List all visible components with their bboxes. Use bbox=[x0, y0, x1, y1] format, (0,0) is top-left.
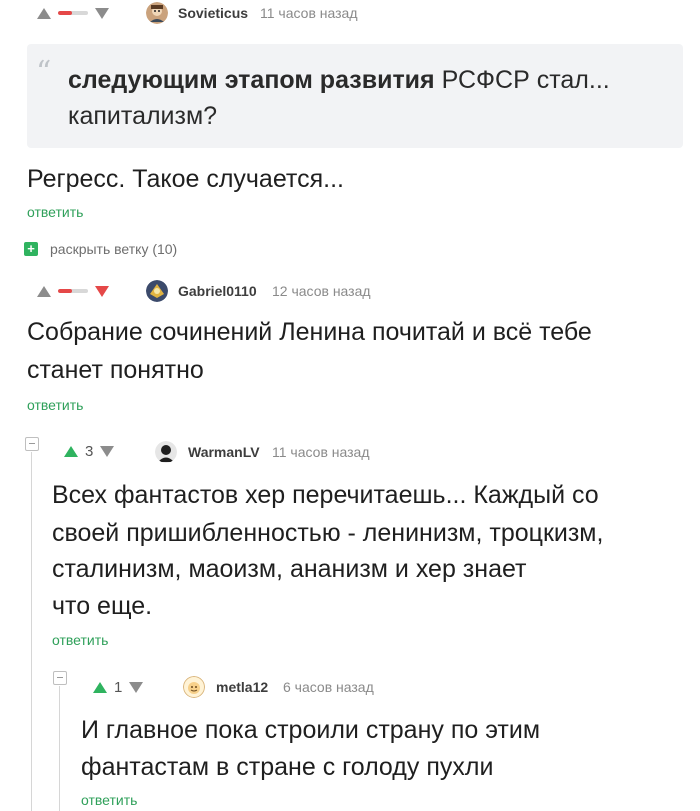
rating-bar bbox=[58, 11, 88, 15]
collapse-thread-button[interactable] bbox=[25, 437, 39, 451]
thread-line bbox=[59, 686, 60, 811]
comment-text-line: своей пришибленностью - ленинизм, троцки… bbox=[52, 519, 604, 547]
quote-bold-text: следующим этапом развития bbox=[68, 66, 435, 94]
reply-link[interactable]: ответить bbox=[81, 792, 137, 808]
comment2-vote-block bbox=[37, 280, 109, 302]
comment-author[interactable]: Sovieticus bbox=[178, 5, 248, 21]
reply-link[interactable]: ответить bbox=[27, 204, 83, 220]
downvote-icon[interactable] bbox=[100, 445, 115, 457]
comment-author[interactable]: metla12 bbox=[216, 679, 268, 695]
comment-text-line: фантастам в стране с голоду пухли bbox=[81, 753, 494, 781]
reply-link[interactable]: ответить bbox=[52, 632, 108, 648]
quote-text: следующим этапом развития РСФСР стал... … bbox=[68, 62, 628, 134]
upvote-icon[interactable] bbox=[93, 681, 107, 693]
expand-plus-icon: + bbox=[24, 242, 38, 256]
comment-text-line: Всех фантастов хер перечитаешь... Каждый… bbox=[52, 481, 599, 509]
downvote-icon[interactable] bbox=[95, 7, 109, 19]
downvote-icon[interactable] bbox=[95, 285, 109, 297]
collapse-thread-button[interactable] bbox=[53, 671, 67, 685]
avatar[interactable] bbox=[146, 2, 168, 24]
comment-text-line: что еще. bbox=[52, 592, 153, 620]
comment4-vote-block: 1 bbox=[93, 676, 144, 698]
quote-icon: “ bbox=[36, 55, 52, 90]
rating-bar bbox=[58, 289, 88, 293]
comment-text-line: станет понятно bbox=[27, 356, 204, 384]
reply-link[interactable]: ответить bbox=[27, 397, 83, 413]
avatar[interactable] bbox=[155, 441, 177, 463]
comment-text: Регресс. Такое случается... bbox=[27, 165, 344, 193]
avatar[interactable] bbox=[146, 280, 168, 302]
avatar[interactable] bbox=[183, 676, 205, 698]
rating-value: 1 bbox=[114, 678, 123, 696]
comment-text-line: Собрание сочинений Ленина почитай и всё … bbox=[27, 318, 592, 346]
upvote-icon[interactable] bbox=[37, 285, 51, 297]
thread-line bbox=[31, 452, 32, 811]
comment-time[interactable]: 11 часов назад bbox=[272, 444, 370, 460]
expand-thread-button[interactable]: + раскрыть ветку (10) bbox=[24, 241, 177, 257]
comment3-vote-block: 3 bbox=[64, 440, 115, 462]
expand-thread-label: раскрыть ветку (10) bbox=[50, 241, 178, 257]
comment1-vote-block bbox=[37, 2, 109, 24]
upvote-icon[interactable] bbox=[37, 7, 51, 19]
comment-time[interactable]: 12 часов назад bbox=[272, 283, 371, 299]
upvote-icon[interactable] bbox=[64, 445, 78, 457]
downvote-icon[interactable] bbox=[129, 681, 144, 693]
comment-author[interactable]: WarmanLV bbox=[188, 444, 260, 460]
comment-text-line: сталинизм, маоизм, ананизм и хер знает bbox=[52, 555, 527, 583]
rating-value: 3 bbox=[85, 442, 94, 460]
comment-time[interactable]: 11 часов назад bbox=[260, 5, 358, 21]
comment-text-line: И главное пока строили страну по этим bbox=[81, 716, 541, 744]
comment-time[interactable]: 6 часов назад bbox=[283, 679, 374, 695]
comment-author[interactable]: Gabriel0110 bbox=[178, 283, 257, 299]
